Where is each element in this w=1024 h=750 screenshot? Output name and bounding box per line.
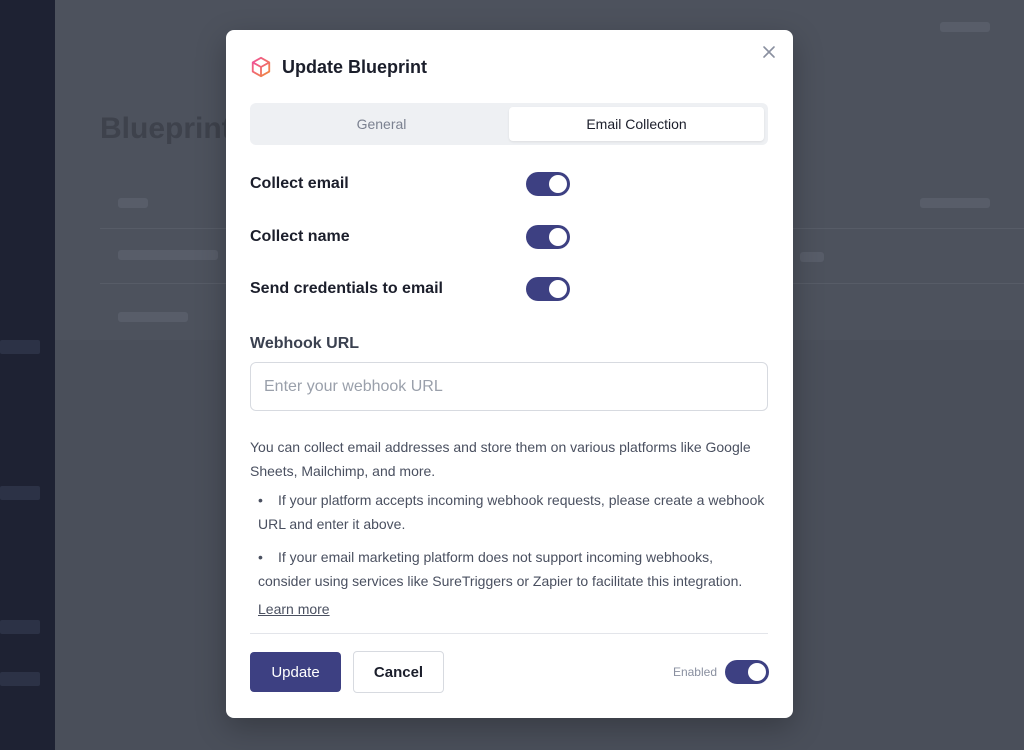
toggle-knob xyxy=(549,228,567,246)
background-sidebar-item xyxy=(0,340,40,354)
toggle-knob xyxy=(748,663,766,681)
background-sidebar-item xyxy=(0,620,40,634)
footer-divider xyxy=(250,633,768,634)
update-button[interactable]: Update xyxy=(250,652,341,692)
dialog-title: Update Blueprint xyxy=(282,56,428,77)
send-credentials-toggle[interactable] xyxy=(526,277,570,301)
bullet-text: If your platform accepts incoming webhoo… xyxy=(258,492,765,532)
background-sidebar-item xyxy=(0,672,40,686)
background-sidebar xyxy=(0,0,55,750)
setting-label: Collect name xyxy=(250,228,350,245)
update-blueprint-dialog: Update Blueprint General Email Collectio… xyxy=(226,30,793,718)
background-column-header xyxy=(118,198,148,208)
background-cell xyxy=(118,250,218,260)
background-page-title: Blueprint xyxy=(100,112,232,145)
list-item: • If your email marketing platform does n… xyxy=(258,545,768,593)
webhook-url-input[interactable] xyxy=(250,362,768,411)
tab-bar: General Email Collection xyxy=(250,103,768,145)
setting-send-credentials: Send credentials to email xyxy=(250,275,570,303)
learn-more-link[interactable]: Learn more xyxy=(258,601,330,617)
webhook-url-label: Webhook URL xyxy=(250,335,360,352)
cube-icon xyxy=(250,56,272,78)
setting-collect-email: Collect email xyxy=(250,170,570,198)
background-sidebar-item xyxy=(0,486,40,500)
tab-general[interactable]: General xyxy=(254,107,509,141)
background-header-item xyxy=(940,22,990,32)
tab-email-collection[interactable]: Email Collection xyxy=(509,107,764,141)
bullet-dot: • xyxy=(258,549,263,565)
bullet-dot: • xyxy=(258,492,263,508)
background-column-header xyxy=(920,198,990,208)
enabled-toggle[interactable] xyxy=(725,660,769,684)
setting-label: Collect email xyxy=(250,175,349,192)
enabled-setting: Enabled xyxy=(673,660,769,684)
toggle-knob xyxy=(549,175,567,193)
close-icon[interactable] xyxy=(761,44,777,60)
toggle-knob xyxy=(549,280,567,298)
list-item: • If your platform accepts incoming webho… xyxy=(258,488,768,536)
setting-label: Send credentials to email xyxy=(250,280,443,297)
bullet-text: If your email marketing platform does no… xyxy=(258,549,743,589)
dialog-header: Update Blueprint xyxy=(250,56,427,78)
collect-name-toggle[interactable] xyxy=(526,225,570,249)
collect-email-toggle[interactable] xyxy=(526,172,570,196)
cancel-button[interactable]: Cancel xyxy=(353,651,444,693)
background-cell xyxy=(800,252,824,262)
background-cell xyxy=(118,312,188,322)
description-text: You can collect email addresses and stor… xyxy=(250,439,751,479)
setting-collect-name: Collect name xyxy=(250,223,570,251)
enabled-label: Enabled xyxy=(672,665,717,679)
